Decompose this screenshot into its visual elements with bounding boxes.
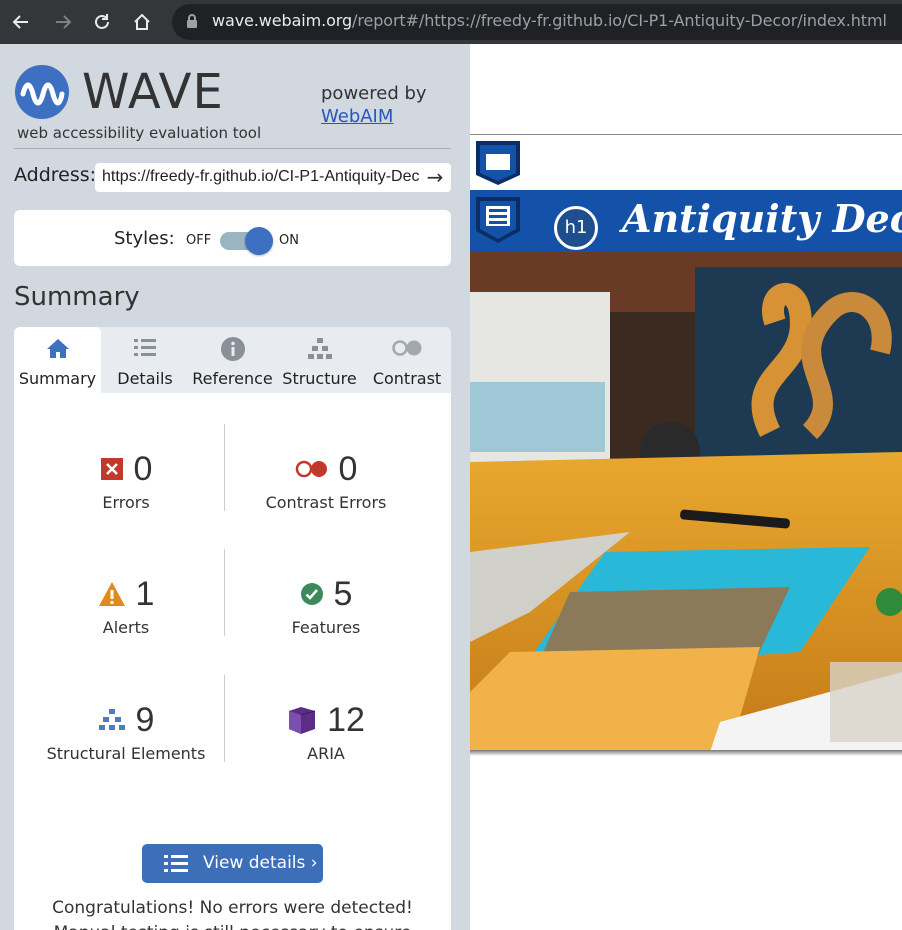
styles-toggle-box: Styles: OFF ON (14, 210, 451, 266)
tab-summary[interactable]: Summary (14, 327, 101, 393)
contrast-errors-label: Contrast Errors (265, 493, 387, 512)
alerts-count: 1 (135, 574, 155, 613)
tab-summary-label: Summary (18, 369, 97, 388)
errors-stat[interactable]: 0 Errors (21, 449, 231, 512)
tab-contrast[interactable]: Contrast (363, 327, 451, 393)
tab-structure-label: Structure (282, 369, 357, 388)
tab-reference[interactable]: Reference (189, 327, 276, 393)
back-icon[interactable] (6, 7, 36, 37)
structural-stat[interactable]: 9 Structural Elements (21, 700, 231, 764)
arrow-right-icon[interactable]: → (422, 164, 448, 191)
page-preview: h1 Antiquity Deco (470, 44, 902, 930)
view-details-button[interactable]: View details › (142, 844, 323, 883)
feature-check-icon (300, 583, 323, 605)
address-label: Address: (14, 164, 97, 186)
list-icon (101, 337, 189, 359)
hero-image (470, 252, 902, 752)
errors-count: 0 (133, 449, 153, 488)
contrast-errors-count: 0 (338, 449, 358, 488)
contrast-icon (363, 337, 451, 359)
reload-icon[interactable] (87, 7, 117, 37)
home-icon[interactable] (127, 7, 157, 37)
divider (14, 148, 451, 149)
styles-toggle-knob[interactable] (245, 227, 273, 255)
styles-off-label: OFF (186, 233, 212, 248)
lock-icon (186, 13, 198, 29)
alerts-label: Alerts (102, 618, 150, 637)
info-icon (189, 337, 276, 361)
hierarchy-icon (276, 337, 363, 359)
address-value: https://freedy-fr.github.io/CI-P1-Antiqu… (102, 168, 420, 185)
tab-bar: Summary Details Reference Structure Cont… (14, 327, 451, 393)
h1-heading-badge[interactable]: h1 (554, 206, 598, 250)
site-title: Antiquity Deco (622, 196, 902, 241)
home-icon (14, 337, 101, 359)
aria-landmark-icon[interactable] (474, 140, 522, 190)
divider (470, 134, 902, 135)
powered-by-text: powered by (321, 83, 427, 104)
styles-on-label: ON (279, 233, 299, 248)
aria-header-icon[interactable] (474, 196, 522, 248)
contrast-errors-stat[interactable]: 0 Contrast Errors (221, 449, 431, 513)
wave-logo (14, 64, 70, 120)
features-count: 5 (333, 574, 353, 613)
list-icon (164, 854, 188, 879)
aria-count: 12 (327, 700, 365, 739)
hero-shadow (470, 750, 902, 756)
tab-details[interactable]: Details (101, 327, 189, 393)
features-stat[interactable]: 5 Features (221, 574, 431, 638)
errors-label: Errors (102, 493, 150, 512)
aria-stat[interactable]: 12 ARIA (221, 700, 431, 763)
styles-label: Styles: (114, 228, 175, 249)
error-icon (100, 458, 123, 480)
url-text: wave.webaim.org/report#/https://freedy-f… (212, 11, 887, 30)
contrast-error-icon (295, 460, 327, 478)
wave-subtitle: web accessibility evaluation tool (17, 124, 262, 142)
view-details-label: View details › (203, 853, 318, 873)
wave-sidebar: WAVE web accessibility evaluation tool p… (0, 44, 470, 930)
tab-reference-label: Reference (192, 369, 273, 388)
summary-heading: Summary (14, 282, 140, 312)
wave-title: WAVE (82, 64, 224, 120)
structure-icon (98, 709, 125, 730)
features-label: Features (291, 618, 361, 637)
forward-icon[interactable] (48, 7, 78, 37)
webaim-link[interactable]: WebAIM (321, 105, 393, 129)
browser-toolbar: wave.webaim.org/report#/https://freedy-f… (0, 0, 902, 44)
structural-label: Structural Elements (46, 744, 206, 763)
alerts-stat[interactable]: 1 Alerts (21, 574, 231, 637)
aria-cube-icon (289, 707, 316, 734)
structural-count: 9 (135, 700, 155, 739)
tab-structure[interactable]: Structure (276, 327, 363, 393)
tab-details-label: Details (117, 369, 173, 388)
tab-contrast-label: Contrast (372, 369, 442, 388)
congratulations-message: Congratulations! No errors were detected… (52, 898, 413, 930)
alert-icon (98, 582, 125, 606)
aria-label: ARIA (307, 744, 345, 763)
